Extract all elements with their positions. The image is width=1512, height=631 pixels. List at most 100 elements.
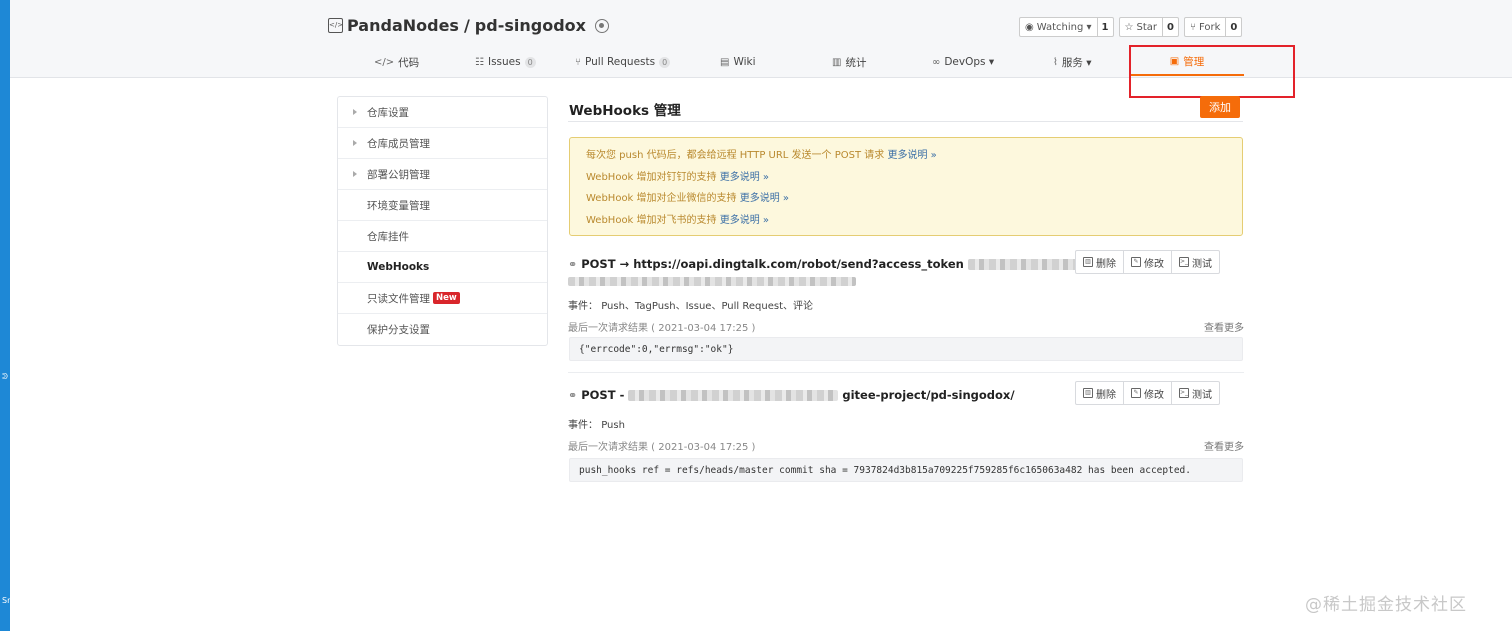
tab-services[interactable]: ⌇ 服务 ▾ [1053,48,1092,76]
title-divider [568,121,1243,122]
more-info-link[interactable]: 更多说明 » [887,150,936,161]
sidebar-item-label: 仓库挂件 [367,230,409,243]
notice-line: 每次您 push 代码后，都会给远程 HTTP URL 发送一个 POST 请求… [586,150,937,161]
tab-stats[interactable]: ▥ 统计 [832,48,866,76]
more-info-link[interactable]: 更多说明 » [740,193,789,204]
webhook-actions: ▥ 删除 ✎ 修改 >_ 测试 [1075,381,1220,405]
tab-label: 统计 [845,56,867,69]
sidebar-item-readonly-files[interactable]: 只读文件管理 New [338,283,547,314]
sidebar-item-webhooks[interactable]: WebHooks [338,252,547,283]
new-badge: New [433,292,460,304]
last-request-label: 最后一次请求结果 ( 2021-03-04 17:25 ) [568,323,756,334]
sidebar-item-env-vars[interactable]: 环境变量管理 [338,190,547,221]
more-info-link[interactable]: 更多说明 » [720,215,769,226]
watching-label: Watching ▾ [1036,21,1092,33]
redacted-blur [568,277,856,286]
more-info-link[interactable]: 更多说明 » [720,172,769,183]
view-more-link[interactable]: 查看更多 [1204,319,1244,334]
infinity-icon: ∞ [932,56,941,68]
tab-pull-requests[interactable]: ⑂ Pull Requests 0 [575,48,671,76]
tab-label: Issues [487,56,521,68]
sidebar-item-deploy-keys[interactable]: 部署公钥管理 [338,159,547,190]
repo-code-icon: </> [328,18,343,33]
repo-owner[interactable]: PandaNodes [347,16,459,35]
fork-label: Fork [1198,21,1221,33]
watching-count[interactable]: 1 [1096,18,1113,36]
watermark: @稀土掘金技术社区 [1305,595,1467,615]
fork-button[interactable]: ⑂ Fork 0 [1183,17,1243,37]
webhook-icon: ⚭ [568,388,578,402]
caret-right-icon [353,109,357,115]
pull-request-icon: ⑂ [575,56,581,68]
tab-issues[interactable]: ☷ Issues 0 [475,48,536,76]
webhook-events: 事件： Push [568,420,625,431]
test-button[interactable]: >_ 测试 [1172,382,1219,404]
sidebar-item-label: 仓库成员管理 [367,137,430,150]
sidebar-item-widgets[interactable]: 仓库挂件 [338,221,547,252]
terminal-icon: >_ [1179,257,1189,267]
webhook-icon: ⚭ [568,257,578,271]
view-more-link[interactable]: 查看更多 [1204,438,1244,453]
repo-tabs: </> 代码 ☷ Issues 0 ⑂ Pull Requests 0 ▤ Wi… [328,48,1248,76]
repo-name[interactable]: pd-singodox [475,16,586,35]
sidebar-item-label: 保护分支设置 [367,324,430,336]
notice-line: WebHook 增加对企业微信的支持 更多说明 » [586,193,790,204]
tab-count: 0 [659,56,671,68]
trash-icon: ▥ [1083,257,1093,267]
tab-label: 服务 ▾ [1061,56,1092,69]
edit-button[interactable]: ✎ 修改 [1124,251,1172,273]
tab-wiki[interactable]: ▤ Wiki [720,48,756,76]
add-webhook-button[interactable]: 添加 [1200,96,1240,118]
tab-code[interactable]: </> 代码 [374,48,419,76]
watching-button[interactable]: ◉ Watching ▾ 1 [1019,17,1114,37]
code-icon: </> [374,56,395,68]
tab-devops[interactable]: ∞ DevOps ▾ [932,48,994,76]
notice-line: WebHook 增加对钉钉的支持 更多说明 » [586,171,770,183]
redacted-blur [628,389,839,401]
webhook-url[interactable]: ⚭ POST - gitee-project/pd-singodox/ [568,388,1015,402]
webhook-url[interactable]: ⚭ POST → https://oapi.dingtalk.com/robot… [568,257,1098,271]
notice-line: WebHook 增加对飞书的支持 更多说明 » [586,214,770,226]
pulse-icon: ⌇ [1053,56,1058,68]
strip-mark: ᕲ [2,372,8,381]
sidebar-item-label: 只读文件管理 [367,292,430,305]
webhook-notice: 每次您 push 代码后，都会给远程 HTTP URL 发送一个 POST 请求… [569,137,1243,236]
delete-button[interactable]: ▥ 删除 [1076,382,1124,404]
star-button[interactable]: ☆ Star 0 [1118,17,1179,37]
edit-icon: ✎ [1131,257,1141,267]
settings-sidebar: 仓库设置 仓库成员管理 部署公钥管理 环境变量管理 仓库挂件 WebHooks … [337,96,548,346]
tab-label: DevOps ▾ [944,56,995,68]
wiki-icon: ▤ [720,56,730,68]
issues-icon: ☷ [475,56,484,68]
sidebar-item-protected-branches[interactable]: 保护分支设置 [338,314,547,345]
repo-title: </> PandaNodes / pd-singodox [328,16,609,35]
star-icon: ☆ [1124,21,1134,33]
hook-divider [568,372,1244,373]
delete-button[interactable]: ▥ 删除 [1076,251,1124,273]
last-request-label: 最后一次请求结果 ( 2021-03-04 17:25 ) [568,442,756,453]
caret-right-icon [353,140,357,146]
tab-label: 代码 [398,56,420,69]
repo-actions: ◉ Watching ▾ 1 ☆ Star 0 ⑂ Fork 0 [1019,17,1243,37]
trash-icon: ▥ [1083,388,1093,398]
eye-icon: ◉ [1025,21,1034,33]
star-count[interactable]: 0 [1161,18,1178,36]
webhook-result: {"errcode":0,"errmsg":"ok"} [569,337,1243,361]
webhook-events: 事件： Push、TagPush、Issue、Pull Request、评论 [568,301,814,312]
test-button[interactable]: >_ 测试 [1172,251,1219,273]
page-title: WebHooks 管理 [569,103,681,119]
edit-button[interactable]: ✎ 修改 [1124,382,1172,404]
webhook-actions: ▥ 删除 ✎ 修改 >_ 测试 [1075,250,1220,274]
sidebar-item-label: WebHooks [367,261,430,273]
sidebar-item-repo-settings[interactable]: 仓库设置 [338,97,547,128]
sidebar-item-label: 仓库设置 [367,106,409,119]
highlight-box [1129,45,1295,98]
sidebar-item-members[interactable]: 仓库成员管理 [338,128,547,159]
tab-count: 0 [524,56,536,68]
badge-icon [594,18,609,33]
terminal-icon: >_ [1179,388,1189,398]
fork-count[interactable]: 0 [1225,18,1241,36]
tab-label: Pull Requests [585,56,656,68]
strip-mark: Sr [2,596,11,605]
tab-label: Wiki [733,56,756,68]
